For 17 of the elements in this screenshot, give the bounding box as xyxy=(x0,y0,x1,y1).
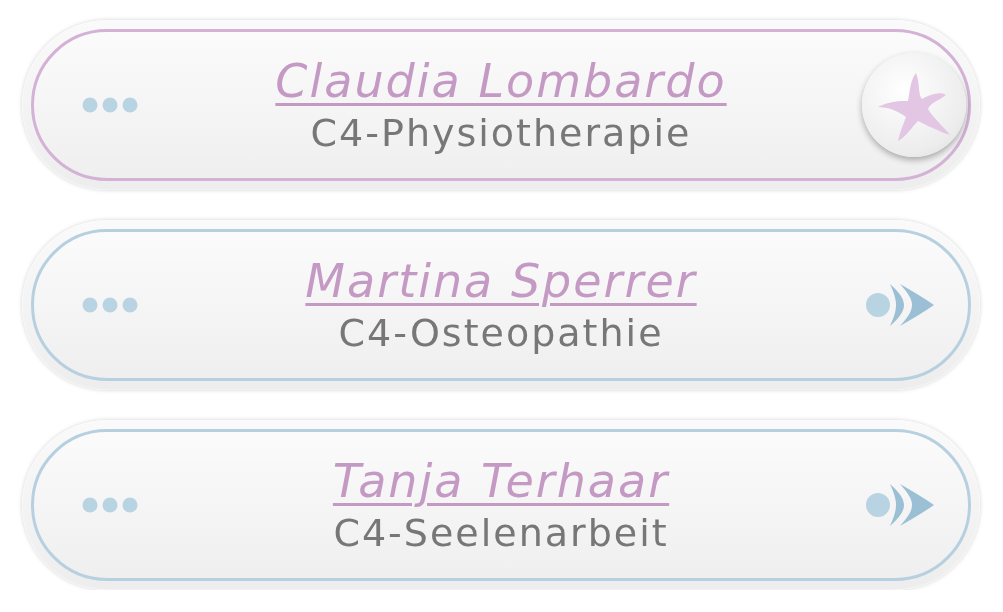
department-label: C4-Osteopathie xyxy=(338,311,664,356)
forward-button[interactable] xyxy=(866,483,934,527)
contact-card[interactable]: Claudia Lombardo C4-Physiotherapie xyxy=(22,20,980,190)
more-icon[interactable] xyxy=(82,97,138,113)
contact-card[interactable]: Tanja Terhaar C4-Seelenarbeit xyxy=(22,420,980,590)
more-icon[interactable] xyxy=(82,497,138,513)
contact-name-link[interactable]: Martina Sperrer xyxy=(305,254,697,308)
forward-button[interactable] xyxy=(866,283,934,327)
forward-arrow-icon xyxy=(866,283,934,327)
forward-arrow-icon xyxy=(866,483,934,527)
starfish-button[interactable] xyxy=(862,53,966,157)
contact-name-link[interactable]: Tanja Terhaar xyxy=(332,454,670,508)
department-label: C4-Seelenarbeit xyxy=(333,511,669,556)
department-label: C4-Physiotherapie xyxy=(310,111,692,156)
contact-name-link[interactable]: Claudia Lombardo xyxy=(275,54,727,108)
more-icon[interactable] xyxy=(82,297,138,313)
contact-card[interactable]: Martina Sperrer C4-Osteopathie xyxy=(22,220,980,390)
